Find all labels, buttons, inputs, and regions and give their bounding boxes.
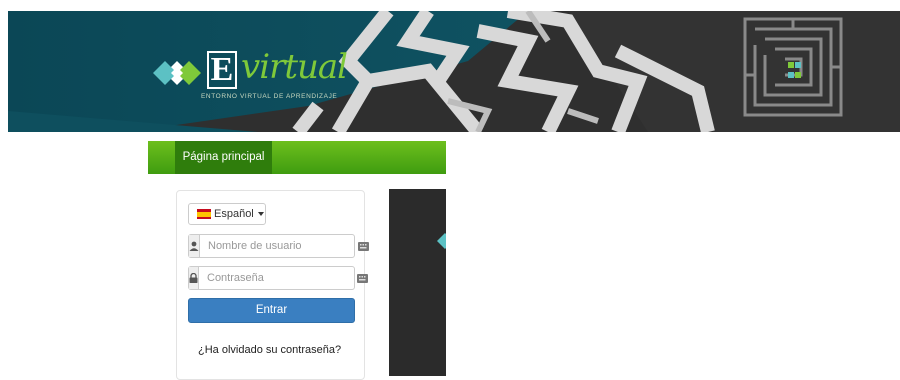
- diamonds-logo-icon: [153, 61, 201, 85]
- lock-icon: [189, 273, 198, 283]
- keyboard-icon[interactable]: [357, 267, 368, 289]
- user-icon: [189, 241, 199, 251]
- spain-flag-icon: [197, 209, 211, 219]
- user-addon: [189, 235, 200, 257]
- main-navbar: Página principal: [148, 141, 446, 174]
- evirtual-logo[interactable]: E virtual ENTORNO VIRTUAL DE APRENDIZAJE: [151, 47, 348, 109]
- promo-side-panel: [389, 189, 446, 376]
- username-input[interactable]: [200, 235, 358, 257]
- diamond-teaser-icon: [437, 233, 446, 249]
- username-group: [188, 234, 369, 258]
- language-label: Español: [214, 208, 254, 220]
- maze-center-icon: [787, 61, 801, 78]
- login-panel: Español Nombre de usuario Entrar ¿Ha olv…: [176, 190, 369, 380]
- logo-word: virtual: [241, 47, 348, 87]
- forgot-password-link[interactable]: ¿Ha olvidado su contraseña?: [198, 344, 341, 356]
- logo-subtitle: ENTORNO VIRTUAL DE APRENDIZAJE: [201, 93, 338, 100]
- lock-addon: [189, 267, 199, 289]
- logo-letter: E: [207, 51, 237, 89]
- password-group: [188, 266, 368, 290]
- header-banner: E virtual ENTORNO VIRTUAL DE APRENDIZAJE: [8, 11, 900, 132]
- nav-home-link[interactable]: Página principal: [175, 141, 272, 174]
- caret-down-icon: [257, 212, 264, 216]
- language-selector[interactable]: Español: [188, 203, 266, 225]
- login-button[interactable]: Entrar: [188, 298, 355, 323]
- password-input[interactable]: [199, 267, 357, 289]
- keyboard-icon[interactable]: [358, 235, 369, 257]
